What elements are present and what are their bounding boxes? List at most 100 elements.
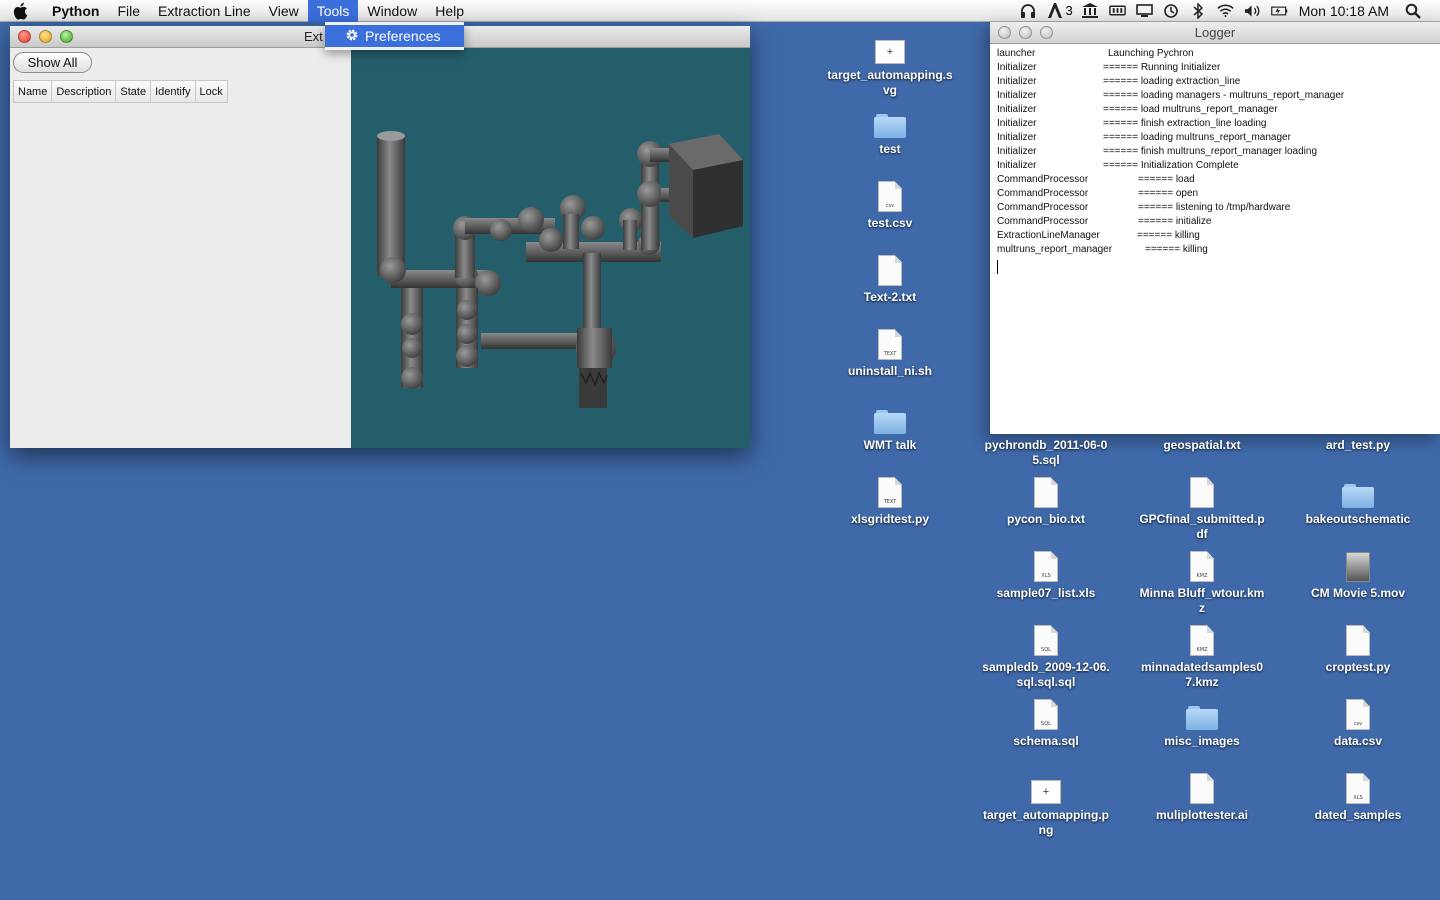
display-icon[interactable] [1135,3,1153,19]
log-row: ExtractionLineManager ====== killing [997,230,1436,244]
log-source: launcher [997,48,1036,59]
desktop-icon-test-csv[interactable]: csv test.csv [820,176,960,231]
desktop-icon-minna-bluff-kmz[interactable]: KMZ Minna Bluff_wtour.kmz [1132,546,1272,616]
text-cursor [997,260,998,274]
preferences-label: Preferences [365,28,441,44]
log-source: Initializer [997,146,1037,157]
headphones-icon[interactable] [1019,3,1036,19]
desktop-icon-label: GPCfinal_submitted.pdf [1139,512,1265,541]
adobe-icon[interactable] [1046,3,1063,19]
log-source: Initializer [997,118,1037,129]
log-source: ExtractionLineManager [997,230,1100,241]
desktop-icon-muliplottester-ai[interactable]: muliplottester.ai [1132,768,1272,823]
battery-icon[interactable] [1270,3,1288,19]
desktop-icon-xlsgridtest-py[interactable]: TEXT xlsgridtest.py [820,472,960,527]
column-header-identify[interactable]: Identify [150,80,195,103]
desktop-icon-bakeoutschematic-folder[interactable]: bakeoutschematic [1288,472,1428,527]
log-row: Initializer ====== Running Initializer [997,62,1436,76]
log-row: Initializer ====== Initialization Complet… [997,160,1436,174]
time-machine-icon[interactable] [1163,3,1180,19]
desktop-icon-text-2-txt[interactable]: Text-2.txt [820,250,960,305]
column-header-description[interactable]: Description [51,80,116,103]
zoom-button[interactable] [60,30,73,43]
desktop-icon-minnadatedsamples-kmz[interactable]: KMZ minnadatedsamples07.kmz [1132,620,1272,690]
sql-file-icon: SQL [1034,699,1058,730]
desktop-icon-sampledb-sql[interactable]: SQL sampledb_2009-12-06.sql.sql.sql [976,620,1116,690]
logger-titlebar[interactable]: Logger [990,22,1440,44]
desktop-icon-cm-movie-5-mov[interactable]: CM Movie 5.mov [1288,546,1428,601]
apple-menu-icon[interactable] [0,0,40,22]
menu-extraction-line[interactable]: Extraction Line [149,0,260,22]
movie-file-icon [1346,552,1370,582]
desktop-icon-label: WMT talk [863,438,917,452]
desktop-icon-label: Text-2.txt [863,290,917,304]
app-menu-python[interactable]: Python [40,0,108,22]
desktop-icon-gpcfinal-pdf[interactable]: GPCfinal_submitted.pdf [1132,472,1272,542]
desktop-icon-test-folder[interactable]: test [820,102,960,157]
gear-icon [345,28,359,45]
log-source: Initializer [997,90,1037,101]
column-header-lock[interactable]: Lock [194,80,228,103]
log-source: CommandProcessor [997,216,1089,227]
column-header-state[interactable]: State [115,80,151,103]
desktop-icon-target-automapping-png[interactable]: + target_automapping.png [976,768,1116,838]
desktop-icon-data-csv[interactable]: csv data.csv [1288,694,1428,749]
desktop-icon-dated-samples[interactable]: XLS dated_samples [1288,768,1428,823]
desktop-icon-sample07-list-xls[interactable]: XLS sample07_list.xls [976,546,1116,601]
desktop-icon-pycon-bio-txt[interactable]: pycon_bio.txt [976,472,1116,527]
log-text-area[interactable]: launcher Launching Pychron Initializer ===… [997,48,1436,258]
menu-bar: Python File Extraction Line View Tools W… [0,0,1440,22]
image-file-icon: + [875,40,905,64]
desktop-icon-label: schema.sql [1013,734,1079,748]
pdf-file-icon [1190,477,1214,508]
column-header-name[interactable]: Name [13,80,52,103]
kmz-file-icon: KMZ [1190,625,1214,656]
log-source: CommandProcessor [997,202,1089,213]
text-file-icon [1034,477,1058,508]
memory-chip-icon[interactable] [1108,3,1126,19]
menu-file[interactable]: File [108,0,149,22]
desktop-icon-label: croptest.py [1325,660,1391,674]
show-all-button[interactable]: Show All [13,52,92,73]
desktop-icon-pychrondb-sql[interactable]: pychrondb_2011-06-05.sql [976,398,1116,468]
desktop-icon-label: target_automapping.svg [827,68,953,97]
desktop-icon-target-automapping-svg[interactable]: + target_automapping.svg [820,28,960,98]
desktop-icon-geospatial-txt[interactable]: geospatial.txt [1132,398,1272,453]
bank-icon[interactable] [1082,3,1099,19]
extraction-line-window: Ext Show All Name Description State Iden… [10,26,750,448]
valve-list-pane: Show All Name Description State Identify… [10,48,351,448]
menu-item-preferences[interactable]: Preferences [325,25,464,47]
kmz-file-icon: KMZ [1190,551,1214,582]
desktop-icon-uninstall-ni-sh[interactable]: TEXT uninstall_ni.sh [820,324,960,379]
desktop-icon-croptest-py[interactable]: croptest.py [1288,620,1428,675]
log-message: ====== finish extraction_line loading [1103,118,1267,129]
extraction-line-3d-view[interactable] [351,48,750,448]
menu-clock[interactable]: Mon 10:18 AM [1293,3,1399,19]
close-button[interactable] [18,30,31,43]
menu-view[interactable]: View [260,0,308,22]
minimize-button[interactable] [39,30,52,43]
menu-window[interactable]: Window [358,0,426,22]
menu-tools[interactable]: Tools [307,0,359,22]
desktop-icon-label: test [879,142,901,156]
log-row: Initializer ====== finish extraction_line… [997,118,1436,132]
log-source: Initializer [997,132,1037,143]
spotlight-search-icon[interactable] [1404,3,1421,19]
desktop-icon-label: test.csv [867,216,913,230]
desktop-icon-wmt-talk-folder[interactable]: WMT talk [820,398,960,453]
log-message: ====== loading multruns_report_manager [1103,132,1291,143]
desktop-icon-label: sampledb_2009-12-06.sql.sql.sql [982,660,1110,689]
tools-dropdown-menu: Preferences [325,22,464,50]
desktop-icon-label: xlsgridtest.py [850,512,930,526]
menu-help[interactable]: Help [426,0,473,22]
desktop-icon-label: sample07_list.xls [996,586,1096,600]
desktop-icon-label: dated_samples [1314,808,1402,822]
desktop-icon-schema-sql[interactable]: SQL schema.sql [976,694,1116,749]
desktop-icon-label: target_automapping.png [982,808,1109,837]
desktop-icon-misc-images-folder[interactable]: misc_images [1132,694,1272,749]
desktop-icon-label: minnadatedsamples07.kmz [1140,660,1264,689]
bluetooth-icon[interactable] [1190,2,1207,19]
volume-icon[interactable] [1244,3,1261,19]
wifi-icon[interactable] [1217,3,1234,19]
desktop-icon-ard-test-py[interactable]: ard_test.py [1288,398,1428,453]
